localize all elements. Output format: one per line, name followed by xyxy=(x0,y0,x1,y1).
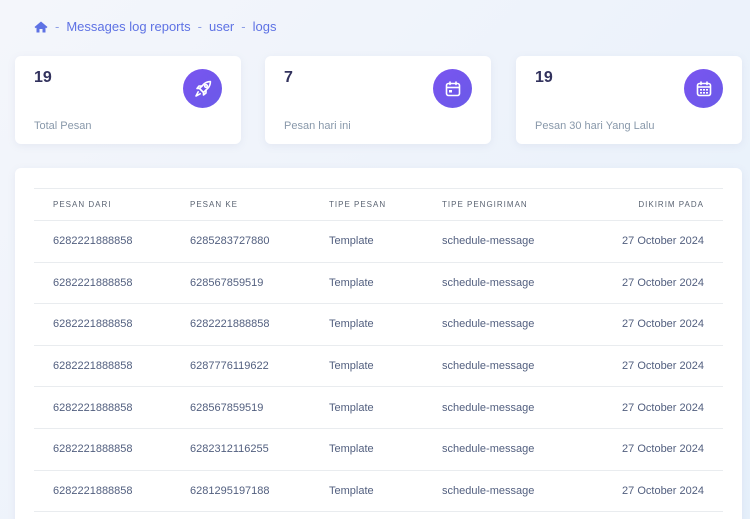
stat-label: Pesan hari ini xyxy=(284,120,351,132)
cell-pesan-ke: 6282312116255 xyxy=(190,443,269,456)
breadcrumb-separator: - xyxy=(241,19,246,34)
stat-label: Total Pesan xyxy=(34,120,92,132)
cell-pesan-ke: 6281295197188 xyxy=(190,484,270,497)
cell-pesan-ke: 6282221888858 xyxy=(190,318,270,331)
calendar-grid-icon xyxy=(684,69,723,108)
cell-dikirim-pada: 27 October 2024 xyxy=(622,318,704,331)
cell-pesan-dari: 6282221888858 xyxy=(53,276,133,289)
cell-tipe-pesan: Template xyxy=(329,235,374,248)
stat-label: Pesan 30 hari Yang Lalu xyxy=(535,120,655,132)
stat-card-pesan-30-hari: 19 Pesan 30 hari Yang Lalu xyxy=(516,56,742,144)
column-header-tipe-pesan[interactable]: Tipe Pesan xyxy=(329,189,442,221)
cell-tipe-pengiriman: schedule-message xyxy=(442,318,535,331)
table-row: 6282221888858 628567859519 Template sche… xyxy=(34,387,723,429)
cell-pesan-ke: 6285283727880 xyxy=(190,235,270,248)
cell-tipe-pengiriman: schedule-message xyxy=(442,360,535,373)
cell-tipe-pesan: Template xyxy=(329,276,374,289)
cell-tipe-pesan: Template xyxy=(329,484,374,497)
table-row: 6282221888858 6287776119622 Template sch… xyxy=(34,345,723,387)
column-header-tipe-pengiriman[interactable]: Tipe Pengiriman xyxy=(442,189,592,221)
cell-tipe-pesan: Template xyxy=(329,318,374,331)
column-header-dikirim-pada[interactable]: Dikirim Pada xyxy=(592,189,723,221)
calendar-icon xyxy=(433,69,472,108)
messages-log-table: Pesan Dari Pesan Ke Tipe Pesan Tipe Peng… xyxy=(34,188,723,512)
breadcrumb-separator: - xyxy=(55,19,60,34)
breadcrumb-logs: logs xyxy=(252,19,277,34)
table-row: 6282221888858 6281295197188 Template sch… xyxy=(34,470,723,512)
cell-tipe-pesan: Template xyxy=(329,360,374,373)
cell-tipe-pengiriman: schedule-message xyxy=(442,401,535,414)
cell-dikirim-pada: 27 October 2024 xyxy=(622,360,704,373)
cell-pesan-dari: 6282221888858 xyxy=(53,484,133,497)
stat-value: 19 xyxy=(34,69,52,86)
cell-tipe-pengiriman: schedule-message xyxy=(442,235,535,248)
breadcrumb-separator: - xyxy=(197,19,202,34)
cell-pesan-dari: 6282221888858 xyxy=(53,235,133,248)
cell-tipe-pesan: Template xyxy=(329,443,374,456)
cell-pesan-dari: 6282221888858 xyxy=(53,443,133,456)
cell-tipe-pengiriman: schedule-message xyxy=(442,443,535,456)
cell-tipe-pengiriman: schedule-message xyxy=(442,484,535,497)
cell-pesan-ke: 628567859519 xyxy=(190,276,264,289)
table-row: 6282221888858 6285283727880 Template sch… xyxy=(34,221,723,263)
cell-pesan-ke: 6287776119622 xyxy=(190,360,269,373)
cell-pesan-dari: 6282221888858 xyxy=(53,360,133,373)
cell-pesan-dari: 6282221888858 xyxy=(53,401,133,414)
stat-value: 7 xyxy=(284,69,293,86)
home-icon[interactable] xyxy=(34,21,48,33)
breadcrumb-messages-log-reports[interactable]: Messages log reports xyxy=(66,19,190,34)
column-header-pesan-ke[interactable]: Pesan Ke xyxy=(190,189,329,221)
cell-dikirim-pada: 27 October 2024 xyxy=(622,235,704,248)
cell-pesan-ke: 628567859519 xyxy=(190,401,264,414)
table-row: 6282221888858 628567859519 Template sche… xyxy=(34,262,723,304)
table-row: 6282221888858 6282221888858 Template sch… xyxy=(34,304,723,346)
cell-tipe-pengiriman: schedule-message xyxy=(442,276,535,289)
stat-card-pesan-hari-ini: 7 Pesan hari ini xyxy=(265,56,491,144)
cell-dikirim-pada: 27 October 2024 xyxy=(622,276,704,289)
column-header-pesan-dari[interactable]: Pesan Dari xyxy=(34,189,190,221)
table-header-row: Pesan Dari Pesan Ke Tipe Pesan Tipe Peng… xyxy=(34,188,723,221)
breadcrumb-user[interactable]: user xyxy=(209,19,234,34)
stat-card-total-pesan: 19 Total Pesan xyxy=(15,56,241,144)
rocket-icon xyxy=(183,69,222,108)
cell-dikirim-pada: 27 October 2024 xyxy=(622,484,704,497)
breadcrumb: - Messages log reports - user - logs xyxy=(34,19,276,34)
cell-dikirim-pada: 27 October 2024 xyxy=(622,401,704,414)
stat-value: 19 xyxy=(535,69,553,86)
cell-pesan-dari: 6282221888858 xyxy=(53,318,133,331)
cell-tipe-pesan: Template xyxy=(329,401,374,414)
cell-dikirim-pada: 27 October 2024 xyxy=(622,443,704,456)
messages-log-table-card: Pesan Dari Pesan Ke Tipe Pesan Tipe Peng… xyxy=(15,168,742,519)
table-row: 6282221888858 6282312116255 Template sch… xyxy=(34,428,723,471)
